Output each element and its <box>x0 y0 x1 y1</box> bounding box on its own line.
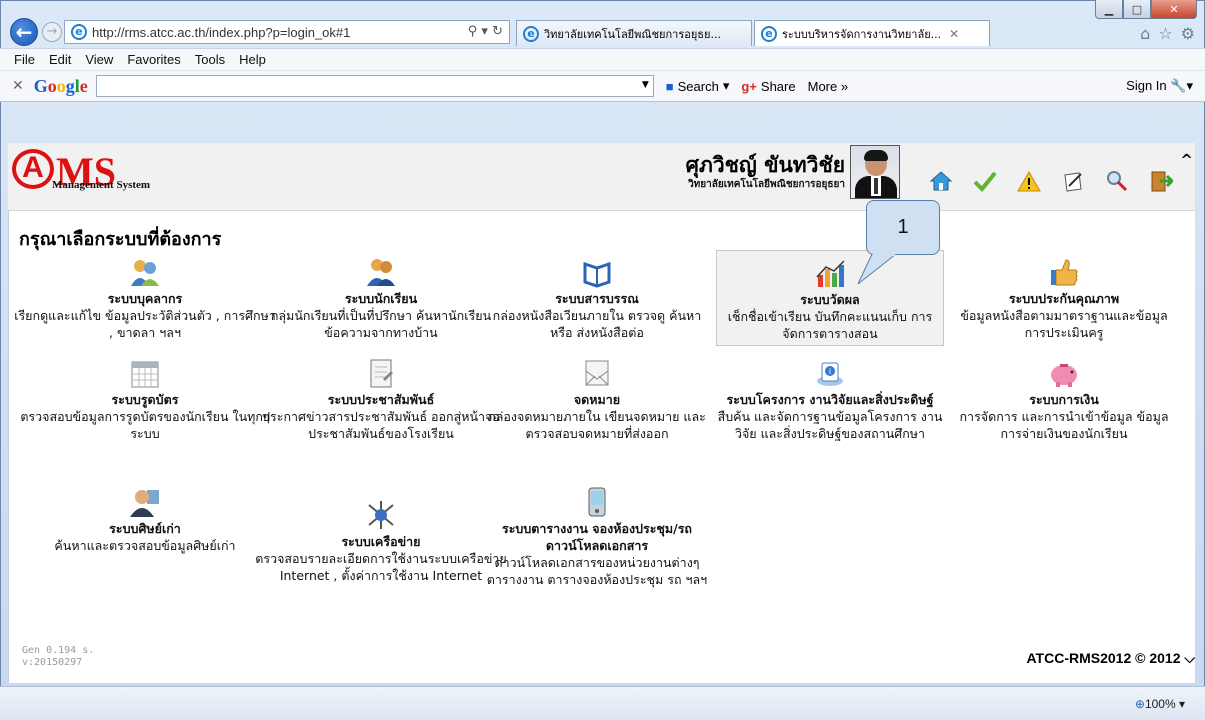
tab-atcc[interactable]: e วิทยาลัยเทคโนโลยีพณิชยการอยุธย... <box>516 20 752 46</box>
share-plus-icon: g+ <box>741 78 757 94</box>
warning-icon[interactable] <box>1017 169 1041 193</box>
page-title: กรุณาเลือกระบบที่ต้องการ <box>19 229 222 250</box>
menu-view[interactable]: View <box>85 52 113 67</box>
user-info: ศุภวิชญ์ ขันทวิชัย วิทยาลัยเทคโนโลยีพณิช… <box>686 153 845 192</box>
back-button[interactable]: ← <box>10 18 38 46</box>
notepad-icon <box>365 357 397 389</box>
logout-door-icon[interactable] <box>1149 169 1173 193</box>
address-bar[interactable]: e http://rms.atcc.ac.th/index.php?p=logi… <box>64 20 510 44</box>
home-icon[interactable]: ⌂ <box>1140 24 1150 43</box>
module-research[interactable]: i ระบบโครงการ งานวิจัยและสิ่งประดิษฐ์ สืบ… <box>716 357 944 442</box>
close-tab-icon[interactable]: ✕ <box>949 27 959 41</box>
google-logo: Google <box>33 75 88 96</box>
menu-help[interactable]: Help <box>239 52 266 67</box>
generation-info: Gen 0.194 s. v:20150297 <box>22 645 95 668</box>
chevron-down-icon[interactable]: ⌵ <box>1184 650 1195 666</box>
navigation-row: ← → e http://rms.atcc.ac.th/index.php?p=… <box>0 14 1205 48</box>
sign-in-link[interactable]: Sign In 🔧▾ <box>1126 78 1193 94</box>
module-network[interactable]: ระบบเครือข่าย ตรวจสอบรายละเอียดการใช้งานร… <box>254 499 508 584</box>
search-logo-icon: ■ <box>665 78 674 94</box>
book-icon <box>581 256 613 288</box>
menu-file[interactable]: File <box>14 52 35 67</box>
zoom-control[interactable]: ⊕100% ▾ <box>1135 697 1185 711</box>
copyright: ATCC-RMS2012 © 2012 ⌵ <box>1026 650 1195 666</box>
module-scheduling[interactable]: ระบบตารางงาน จองห้องประชุม/รถ ดาวน์โหลดเ… <box>482 486 712 588</box>
thumbs-up-icon <box>1048 256 1080 288</box>
status-bar: ⊕100% ▾ <box>0 686 1205 720</box>
piggy-bank-icon <box>1048 357 1080 389</box>
app-header: A MS Management System ศุภวิชญ์ ขันทวิชั… <box>8 143 1195 211</box>
gear-icon[interactable]: ⚙ <box>1181 24 1195 43</box>
home-icon[interactable] <box>929 169 953 193</box>
tab-rms[interactable]: e ระบบบริหารจัดการงานวิทยาลัย... ✕ <box>754 20 990 46</box>
user-organization: วิทยาลัยเทคโนโลยีพณิชยการอยุธยา <box>688 179 845 190</box>
close-toolbar-icon[interactable]: ✕ <box>12 78 24 94</box>
ie-page-icon: e <box>71 24 87 40</box>
tab-label: วิทยาลัยเทคโนโลยีพณิชยการอยุธย... <box>544 27 721 41</box>
logo-subtitle: Management System <box>52 179 151 191</box>
module-alumni[interactable]: ระบบศิษย์เก่า ค้นหาและตรวจสอบข้อมูลศิษย์เ… <box>14 486 276 554</box>
avatar <box>850 145 900 199</box>
callout-badge: 1 <box>866 200 940 255</box>
students-icon <box>365 256 397 288</box>
chart-icon <box>814 257 846 289</box>
mail-icon <box>581 357 613 389</box>
module-quality-assurance[interactable]: ระบบประกันคุณภาพ ข้อมูลหนังสือตามมาตราฐาน… <box>950 256 1178 341</box>
ie-tab-icon: e <box>523 25 539 42</box>
address-text: http://rms.atcc.ac.th/index.php?p=login_… <box>92 24 351 40</box>
module-personnel[interactable]: ระบบบุคลากร เรียกดูและแก้ไข ข้อมูลประวัติ… <box>14 256 276 341</box>
menu-favorites[interactable]: Favorites <box>127 52 180 67</box>
user-name: ศุภวิชญ์ ขันทวิชัย <box>685 153 845 177</box>
module-card-swipe[interactable]: ระบบรูดบัตร ตรวจสอบข้อมูลการรูดบัตรของนัก… <box>14 357 276 442</box>
menu-bar: File Edit View Favorites Tools Help <box>0 48 1205 70</box>
ie-tab-icon: e <box>761 25 777 42</box>
menu-tools[interactable]: Tools <box>195 52 225 67</box>
favorites-star-icon[interactable]: ☆ <box>1158 24 1172 43</box>
svg-text:i: i <box>829 367 831 376</box>
tab-label: ระบบบริหารจัดการงานวิทยาลัย... <box>782 27 942 41</box>
edit-document-icon[interactable] <box>1061 169 1085 193</box>
checkmark-icon[interactable] <box>973 169 997 193</box>
pda-icon <box>581 486 613 518</box>
search-user-icon[interactable] <box>1105 169 1129 193</box>
more-button[interactable]: More » <box>808 79 848 94</box>
module-finance[interactable]: ระบบการเงิน การจัดการ และการนำเข้าข้อมูล … <box>950 357 1178 442</box>
calendar-icon <box>129 357 161 389</box>
search-button[interactable]: ■ Search ▾ <box>666 78 730 94</box>
scroll-up-icon[interactable]: ^ <box>1180 151 1193 169</box>
zoom-icon: ⊕ <box>1134 697 1145 711</box>
logo-triangle-icon: A <box>12 149 54 189</box>
google-toolbar: ✕ Google ▼ ■ Search ▾ g+ Share More » Sign … <box>0 70 1205 102</box>
module-students[interactable]: ระบบนักเรียน กลุ่มนักเรียนที่เป็นที่ปรึกษ… <box>254 256 508 341</box>
module-public-relations[interactable]: ระบบประชาสัมพันธ์ ประกาศข่าวสารประชาสัมพั… <box>254 357 508 442</box>
research-icon: i <box>814 357 846 389</box>
wrench-icon[interactable]: 🔧▾ <box>1170 78 1193 93</box>
module-mail[interactable]: จดหมาย กล่องจดหมายภายใน เขียนจดหมาย และตร… <box>482 357 712 442</box>
alumni-icon <box>129 486 161 518</box>
google-search-input[interactable]: ▼ <box>95 75 654 97</box>
dropdown-arrow-icon[interactable]: ▼ <box>642 80 649 90</box>
people-icon <box>129 256 161 288</box>
menu-edit[interactable]: Edit <box>49 52 71 67</box>
network-icon <box>365 499 397 531</box>
title-bar: ▁ □ ✕ <box>0 0 1205 19</box>
search-refresh-icon[interactable]: ⚲ ▾ ↻ <box>468 24 503 39</box>
module-assessment[interactable]: ระบบวัดผล เช็กชื่อเข้าเรียน บันทึกคะแนนเก… <box>716 250 944 346</box>
forward-button[interactable]: → <box>42 22 62 42</box>
share-button[interactable]: g+ Share <box>741 79 795 94</box>
module-documents[interactable]: ระบบสารบรรณ กล่องหนังสือเวียนภายใน ตรวจดู… <box>482 256 712 341</box>
callout-pointer <box>857 254 897 285</box>
